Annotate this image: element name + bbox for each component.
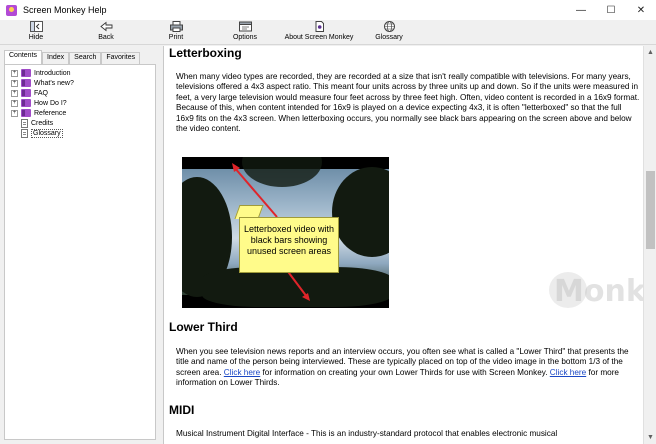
tree-item-faq[interactable]: + FAQ — [11, 88, 48, 98]
expand-icon[interactable]: + — [11, 89, 18, 97]
about-label: About Screen Monkey — [284, 34, 354, 41]
app-icon — [6, 4, 17, 16]
book-icon — [21, 79, 31, 87]
expand-icon[interactable]: + — [11, 79, 18, 87]
title-bar[interactable]: Screen Monkey Help — ☐ ✕ — [0, 0, 656, 20]
scroll-up-icon[interactable]: ▲ — [644, 46, 656, 59]
tree-item-how-do-i[interactable]: + How Do I? — [11, 98, 67, 108]
tree-item-credits[interactable]: Credits — [11, 118, 53, 128]
book-icon — [21, 109, 31, 117]
tab-favorites[interactable]: Favorites — [101, 52, 141, 64]
letterboxing-text: When many video types are recorded, they… — [176, 72, 640, 134]
midi-text: Musical Instrument Digital Interface - T… — [176, 429, 558, 438]
heading-midi: MIDI — [169, 403, 195, 417]
hide-button[interactable]: Hide — [26, 21, 46, 44]
tree-item-glossary[interactable]: Glossary — [11, 128, 63, 138]
navigation-pane: Contents Index Search Favorites + Introd… — [0, 46, 160, 444]
options-icon — [238, 21, 252, 32]
book-icon — [21, 89, 31, 97]
book-icon — [21, 99, 31, 107]
scroll-down-icon[interactable]: ▼ — [644, 431, 656, 444]
print-button[interactable]: Print — [166, 21, 186, 44]
options-label: Options — [232, 34, 258, 41]
contents-tree: + Introduction + What's new? + FAQ + How… — [4, 64, 156, 440]
expand-icon[interactable]: + — [11, 69, 18, 77]
hide-label: Hide — [28, 34, 44, 41]
back-arrow-icon — [99, 21, 113, 32]
watermark-text: Monkey — [554, 274, 643, 309]
help-window: Screen Monkey Help — ☐ ✕ Hide Back Print — [0, 0, 656, 444]
globe-icon — [383, 21, 396, 32]
maximize-button[interactable]: ☐ — [596, 0, 626, 20]
tree-item-introduction[interactable]: + Introduction — [11, 68, 71, 78]
help-content-pane: Monkey Letterboxing When many video type… — [163, 46, 643, 444]
glossary-button[interactable]: Glossary — [374, 21, 404, 44]
book-icon — [21, 69, 31, 77]
tab-index[interactable]: Index — [42, 52, 70, 64]
tab-search[interactable]: Search — [69, 52, 102, 64]
hide-icon — [29, 21, 43, 32]
close-button[interactable]: ✕ — [626, 0, 656, 20]
letterbox-example-image: Letterboxed video with black bars showin… — [182, 157, 389, 308]
minimize-button[interactable]: — — [566, 0, 596, 20]
tab-contents[interactable]: Contents — [4, 50, 43, 64]
scrollbar-thumb[interactable] — [646, 171, 655, 249]
glossary-label: Glossary — [375, 34, 403, 41]
lower-third-text: When you see television news reports and… — [176, 347, 629, 388]
print-label: Print — [168, 34, 184, 41]
window-title: Screen Monkey Help — [23, 5, 107, 15]
document-icon — [313, 21, 326, 32]
tree-item-reference[interactable]: + Reference — [11, 108, 66, 118]
page-icon — [21, 118, 28, 128]
back-button[interactable]: Back — [96, 21, 116, 44]
heading-letterboxing: Letterboxing — [169, 46, 242, 60]
expand-icon[interactable]: + — [11, 99, 18, 107]
back-label: Back — [98, 34, 114, 41]
tree-item-whats-new[interactable]: + What's new? — [11, 78, 74, 88]
page-icon — [21, 128, 28, 138]
click-here-link-create[interactable]: Click here — [224, 368, 260, 377]
window-controls: — ☐ ✕ — [566, 0, 656, 20]
callout-label: Letterboxed video with black bars showin… — [239, 217, 339, 273]
toolbar: Hide Back Print Options About Screen Mon… — [0, 20, 656, 45]
expand-icon[interactable]: + — [11, 109, 18, 117]
click-here-link-more-info[interactable]: Click here — [550, 368, 586, 377]
printer-icon — [169, 21, 183, 32]
options-button[interactable]: Options — [230, 21, 260, 44]
heading-lower-third: Lower Third — [169, 320, 238, 334]
about-button[interactable]: About Screen Monkey — [284, 21, 354, 44]
nav-tabs: Contents Index Search Favorites — [4, 50, 141, 64]
content-scrollbar[interactable]: ▲ ▼ — [643, 46, 656, 444]
